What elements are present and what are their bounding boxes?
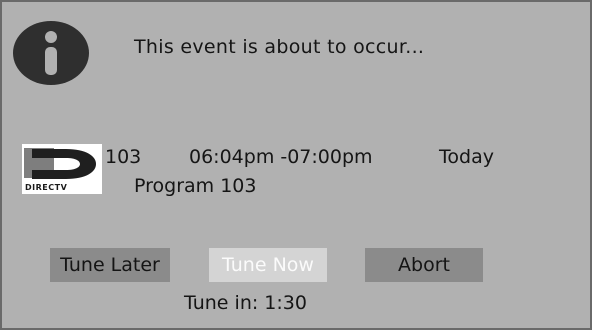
program-title: Program 103 [134,175,257,197]
info-icon [13,21,89,85]
tune-in-countdown: Tune in: 1:30 [184,292,307,314]
directv-logo-mark [24,148,96,179]
tune-later-button[interactable]: Tune Later [50,248,170,282]
event-channel: 103 [105,146,142,168]
logo-text: DIRECTV [25,183,68,192]
tune-now-button[interactable]: Tune Now [209,248,327,282]
directv-logo: DIRECTV [22,144,102,194]
event-day: Today [439,146,494,168]
abort-button[interactable]: Abort [365,248,483,282]
dialog-message: This event is about to occur... [134,36,425,58]
event-time-range: 06:04pm -07:00pm [189,146,373,168]
event-reminder-dialog: This event is about to occur... DIRECTV … [0,0,592,330]
